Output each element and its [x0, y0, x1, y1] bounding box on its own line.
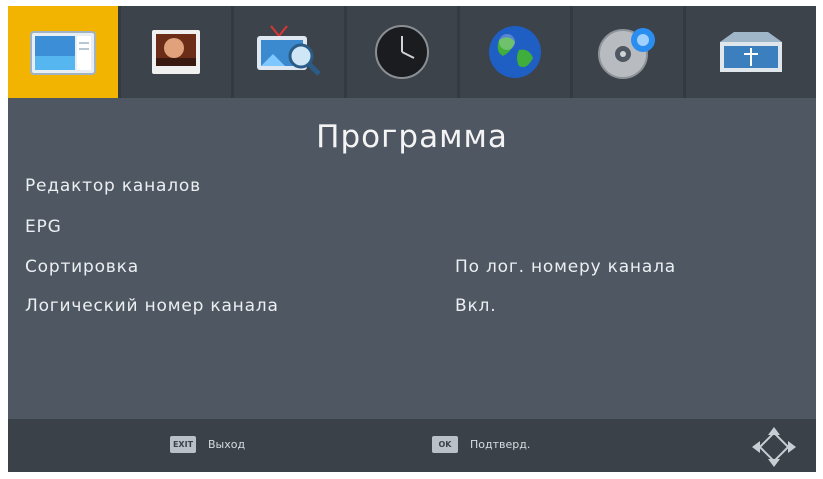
footer-hint-bar: EXIT Выход OK Подтверд. — [8, 419, 816, 472]
exit-key-badge: EXIT — [170, 436, 196, 453]
menu-item-lcn[interactable]: Логический номер канала Вкл. — [25, 296, 785, 324]
page-title: Программа — [316, 119, 508, 155]
menu-item-label: Редактор каналов — [25, 176, 201, 196]
clock-icon — [375, 25, 429, 79]
menu-item-label: Логический номер канала — [25, 296, 279, 316]
exit-label: Выход — [208, 438, 246, 451]
menu-item-label: EPG — [25, 217, 62, 237]
menu-icon-bar — [8, 6, 816, 98]
navigation-arrows-icon — [750, 425, 798, 472]
picture-settings-icon — [30, 31, 96, 75]
channel-search-icon — [257, 25, 321, 76]
menu-item-label: Сортировка — [25, 257, 139, 277]
ok-hint: OK Подтверд. — [432, 436, 530, 453]
tab-usb[interactable] — [686, 6, 816, 98]
ok-key-badge: OK — [432, 436, 458, 453]
usb-media-icon — [720, 32, 782, 72]
ok-label: Подтверд. — [470, 438, 531, 451]
exit-hint: EXIT Выход — [170, 436, 245, 453]
tv-menu-screen: Программа Редактор каналов EPG Сортировк… — [8, 6, 816, 472]
tab-image[interactable] — [121, 6, 234, 98]
menu-item-value: Вкл. — [455, 296, 497, 316]
tab-clock[interactable] — [347, 6, 460, 98]
menu-item-sorting[interactable]: Сортировка По лог. номеру канала — [25, 257, 785, 285]
globe-icon — [489, 26, 541, 78]
image-icon — [152, 30, 200, 74]
menu-item-channel-editor[interactable]: Редактор каналов — [25, 176, 785, 204]
tab-language[interactable] — [460, 6, 573, 98]
tab-system[interactable] — [573, 6, 686, 98]
menu-item-value: По лог. номеру канала — [455, 257, 676, 277]
tab-channel-search[interactable] — [234, 6, 347, 98]
menu-item-epg[interactable]: EPG — [25, 217, 785, 245]
system-disc-icon — [598, 28, 655, 79]
tab-picture[interactable] — [8, 6, 121, 98]
